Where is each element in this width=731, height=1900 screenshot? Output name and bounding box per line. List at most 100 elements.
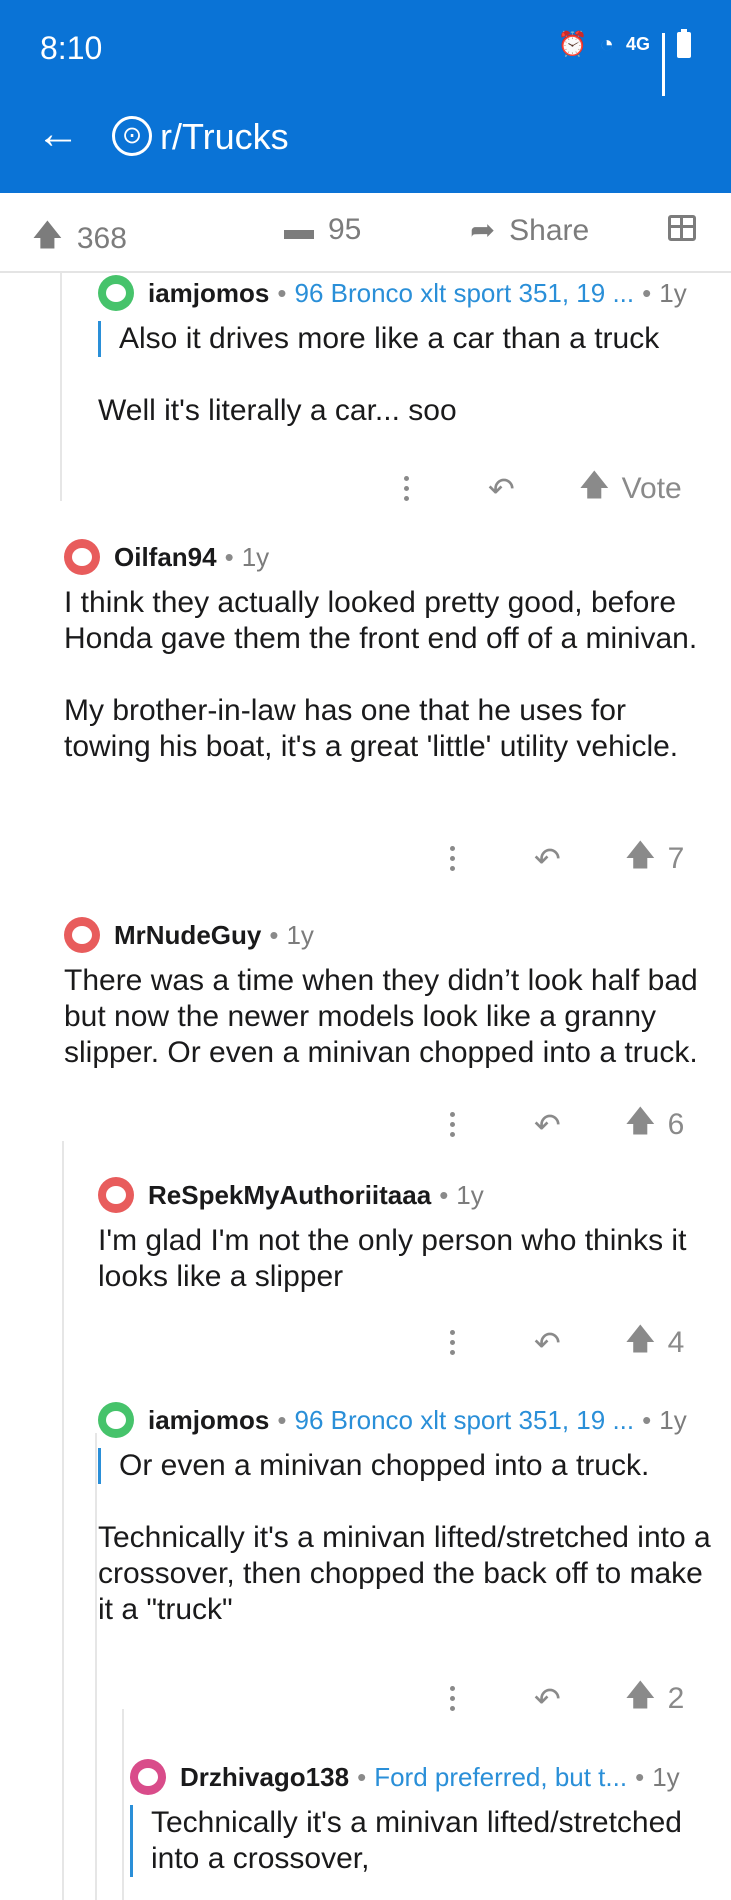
more-options-icon[interactable]	[404, 476, 410, 501]
avatar[interactable]	[98, 1177, 134, 1213]
separator-dot: •	[357, 1761, 367, 1792]
separator-dot: •	[224, 541, 234, 572]
comment-header: iamjomos • 96 Bronco xlt sport 351, 19 .…	[98, 1398, 718, 1442]
status-icons: ⏰ ◔ 4G	[557, 28, 691, 96]
share-button[interactable]: ➦ Share	[470, 213, 589, 248]
thread-rail	[95, 1433, 97, 1900]
comment-actions: ↶ 🡅 7	[450, 833, 684, 884]
back-arrow-icon[interactable]: ←	[36, 112, 80, 156]
vote-count: 6	[667, 1107, 685, 1141]
separator-dot: •	[439, 1179, 449, 1210]
comment: Oilfan94 • 1y I think they actually look…	[64, 535, 714, 765]
comment-author[interactable]: ReSpekMyAuthoriitaaa	[148, 1180, 431, 1211]
alarm-icon: ⏰	[557, 31, 588, 58]
upvote-icon[interactable]: 🡅	[625, 1673, 656, 1724]
user-flair: 96 Bronco xlt sport 351, 19 ...	[294, 277, 635, 308]
status-time: 8:10	[40, 30, 103, 66]
reply-icon[interactable]: ↶	[534, 1106, 561, 1144]
comment-body: Well it's literally a car... soo	[98, 393, 708, 429]
comment-body: I'm glad I'm not the only person who thi…	[98, 1223, 718, 1295]
upvote-icon: 🡅	[32, 219, 63, 252]
vote-count: 7	[667, 841, 685, 875]
user-flair: Ford preferred, but t...	[374, 1761, 628, 1792]
comment-age: 1y	[286, 919, 314, 950]
comment-actions: ↶ 🡅 6	[450, 1099, 684, 1150]
comment-author[interactable]: Drzhivago138	[180, 1762, 349, 1793]
separator-dot: •	[642, 1404, 652, 1435]
comment-body: Technically it's a minivan lifted/stretc…	[98, 1520, 718, 1628]
comment-quote: Technically it's a minivan lifted/stretc…	[130, 1805, 720, 1877]
comment-author[interactable]: MrNudeGuy	[114, 920, 261, 951]
reply-icon[interactable]: ↶	[534, 840, 561, 878]
vote-count: 368	[76, 221, 127, 255]
comment-age: 1y	[652, 1761, 680, 1792]
comment-quote: Also it drives more like a car than a tr…	[98, 321, 708, 357]
vote-count: 4	[667, 1325, 685, 1359]
more-options-icon[interactable]	[450, 846, 456, 871]
avatar[interactable]	[64, 539, 100, 575]
more-options-icon[interactable]	[450, 1330, 456, 1355]
comment-paragraph: I'm glad I'm not the only person who thi…	[98, 1224, 687, 1293]
signal-icon	[662, 32, 665, 96]
comment: iamjomos • 96 Bronco xlt sport 351, 19 .…	[98, 271, 708, 429]
user-flair: 96 Bronco xlt sport 351, 19 ...	[294, 1404, 635, 1435]
avatar[interactable]	[98, 1402, 134, 1438]
vote-label: Vote	[621, 471, 682, 505]
award-button[interactable]	[668, 215, 696, 241]
avatar[interactable]	[64, 917, 100, 953]
comment-body: There was a time when they didn’t look h…	[64, 963, 724, 1071]
gift-icon	[668, 215, 696, 241]
subreddit-name[interactable]: r/Trucks	[160, 116, 289, 158]
subreddit-icon: ⊙	[112, 116, 152, 156]
separator-dot: •	[277, 277, 287, 308]
comment-age: 1y	[241, 541, 270, 572]
comment-paragraph: My brother-in-law has one that he uses f…	[64, 694, 679, 763]
avatar[interactable]	[98, 275, 134, 311]
comment-paragraph: I think they actually looked pretty good…	[64, 586, 698, 655]
reply-icon[interactable]: ↶	[534, 1680, 561, 1718]
comment-actions: ↶ 🡅 4	[450, 1317, 684, 1368]
vote-count: 2	[667, 1681, 685, 1715]
post-action-bar: 🡅 368 ▬ 95 ➦ Share	[0, 193, 731, 273]
separator-dot: •	[642, 277, 652, 308]
comment-paragraph: Technically it's a minivan lifted/stretc…	[98, 1521, 711, 1626]
comment-author[interactable]: iamjomos	[148, 278, 269, 309]
more-options-icon[interactable]	[450, 1686, 456, 1711]
thread-rail	[62, 1141, 64, 1900]
comment-age: 1y	[659, 1404, 687, 1435]
comment: MrNudeGuy • 1y There was a time when the…	[64, 913, 724, 1071]
comment: iamjomos • 96 Bronco xlt sport 351, 19 .…	[98, 1398, 718, 1628]
separator-dot: •	[635, 1761, 645, 1792]
upvote-icon[interactable]: 🡅	[625, 1317, 656, 1368]
reply-icon[interactable]: ↶	[534, 1324, 561, 1362]
comments-button[interactable]: ▬ 95	[284, 213, 361, 247]
comment-thread: iamjomos • 96 Bronco xlt sport 351, 19 .…	[0, 273, 731, 1900]
upvote-icon[interactable]: 🡅	[625, 1099, 656, 1150]
thread-rail	[60, 273, 62, 501]
upvote-icon[interactable]: 🡅	[625, 833, 656, 884]
comment-paragraph: There was a time when they didn’t look h…	[64, 964, 698, 1069]
more-options-icon[interactable]	[450, 1112, 456, 1137]
separator-dot: •	[269, 919, 279, 950]
wifi-icon: ◔	[599, 30, 614, 58]
comment-icon: ▬	[284, 213, 314, 246]
share-label: Share	[509, 213, 590, 247]
separator-dot: •	[277, 1404, 287, 1435]
comment: ReSpekMyAuthoriitaaa • 1y I'm glad I'm n…	[98, 1173, 718, 1295]
comment-header: iamjomos • 96 Bronco xlt sport 351, 19 .…	[98, 271, 708, 315]
comment-age: 1y	[659, 277, 687, 308]
avatar[interactable]	[130, 1759, 166, 1795]
comment-header: Oilfan94 • 1y	[64, 535, 714, 579]
comment-header: ReSpekMyAuthoriitaaa • 1y	[98, 1173, 718, 1217]
upvote-button[interactable]: 🡅 368	[32, 213, 127, 264]
network-type: 4G	[625, 34, 650, 54]
comment-count: 95	[328, 213, 362, 246]
comment-header: Drzhivago138 • Ford preferred, but t... …	[130, 1755, 720, 1799]
comment-author[interactable]: Oilfan94	[114, 542, 217, 573]
reply-icon[interactable]: ↶	[488, 470, 515, 508]
upvote-icon[interactable]: 🡅	[579, 463, 610, 514]
battery-icon	[677, 28, 691, 58]
comment-age: 1y	[456, 1179, 484, 1210]
comment-author[interactable]: iamjomos	[148, 1405, 269, 1436]
comment-header: MrNudeGuy • 1y	[64, 913, 724, 957]
